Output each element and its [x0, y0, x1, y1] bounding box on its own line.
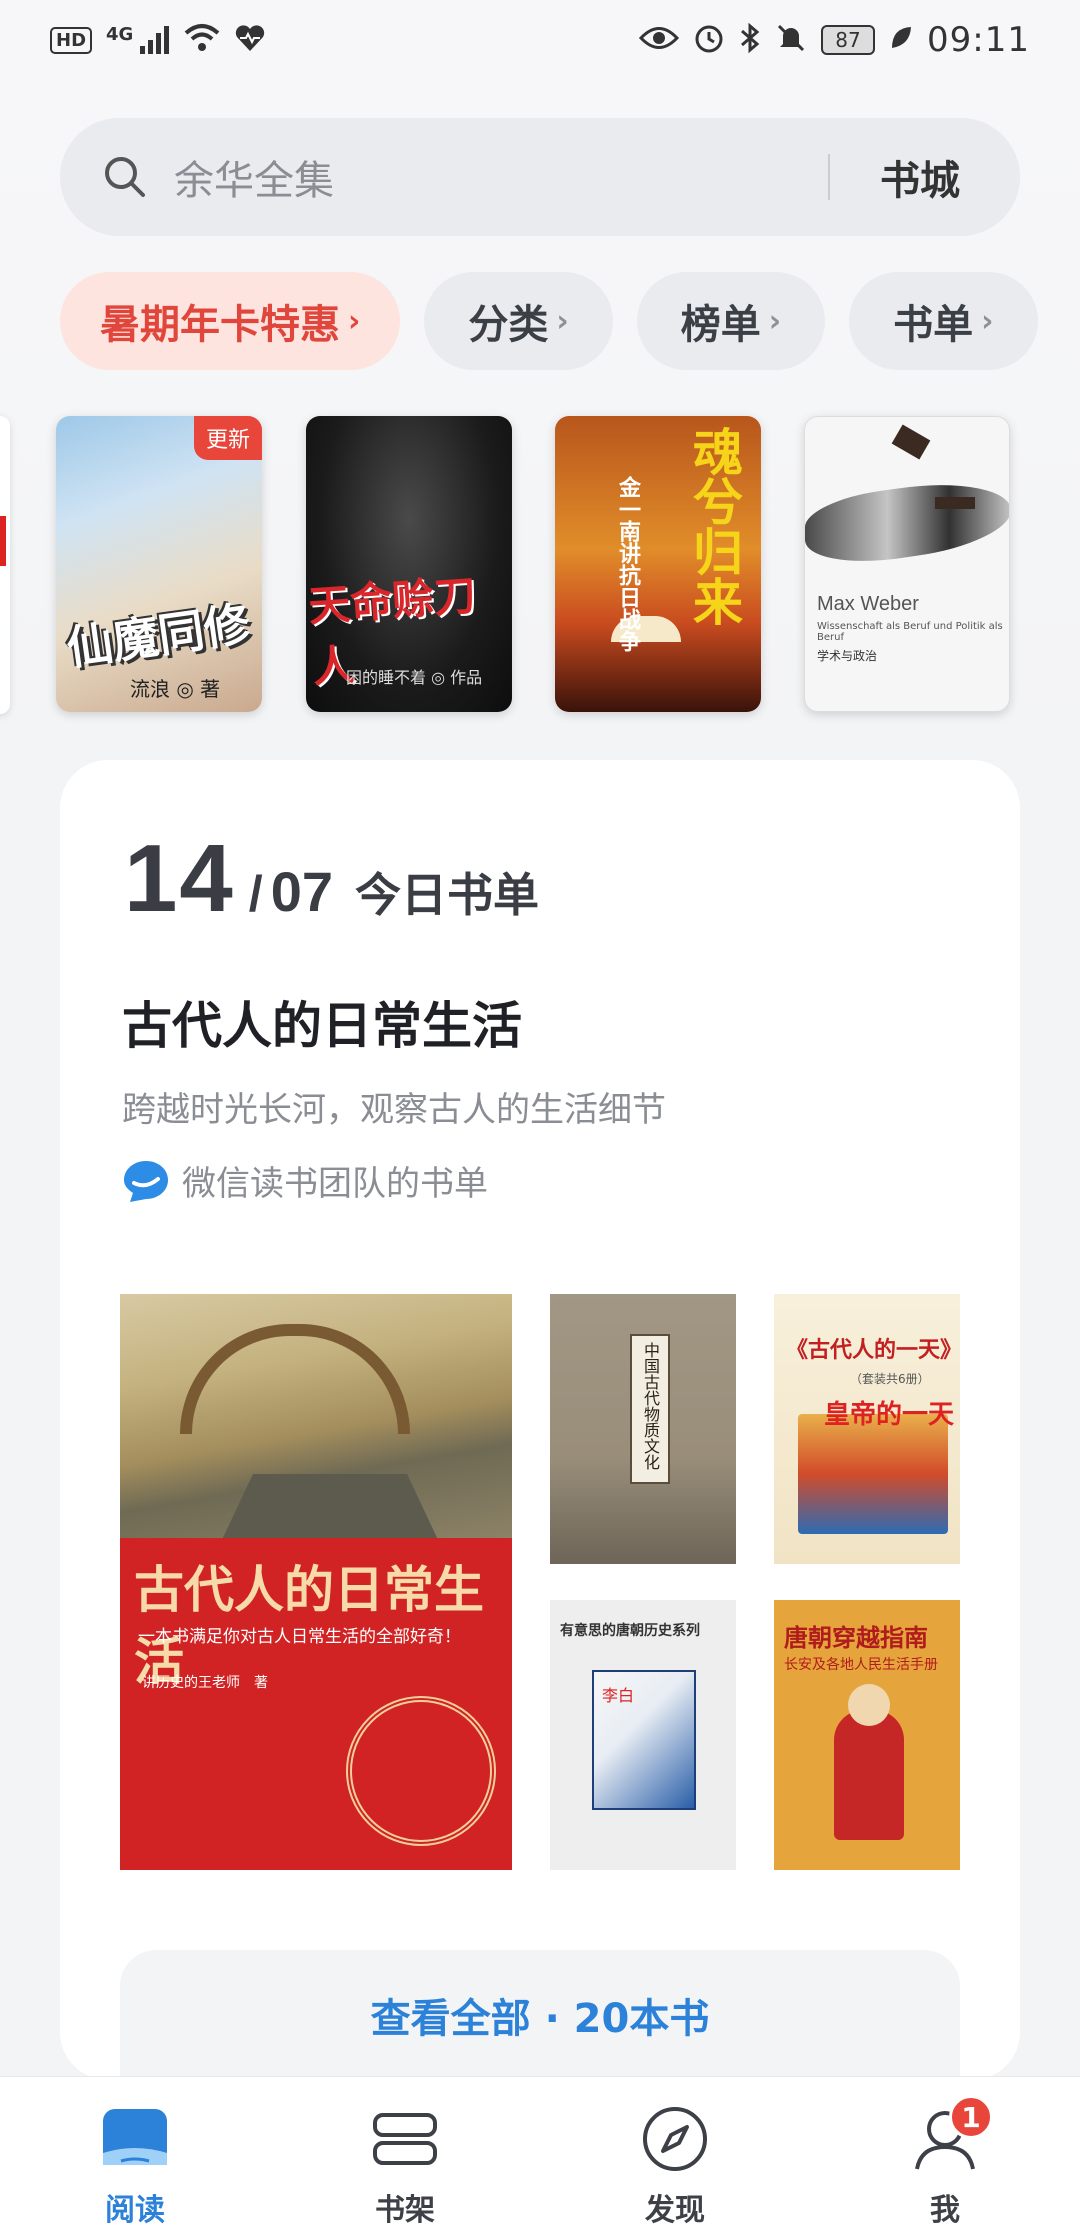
search-icon [100, 152, 150, 202]
figure-illustration [834, 1710, 904, 1840]
tab-me[interactable]: 1 我 [810, 2077, 1080, 2240]
box-set-illustration [798, 1414, 948, 1534]
date-label: 今日书单 [354, 868, 539, 922]
compass-icon [643, 2107, 707, 2171]
cover-subtitle: 金一南讲抗日战争 [615, 476, 640, 652]
mute-icon [775, 22, 807, 59]
chip-label: 书单 [893, 302, 974, 348]
chevron-right-icon: › [556, 303, 569, 339]
booklist-description: 跨越时光长河，观察古人的生活细节 [122, 1090, 666, 1130]
chip-label: 暑期年卡特惠 [100, 302, 340, 348]
tab-read[interactable]: 阅读 [0, 2077, 270, 2240]
tab-discover[interactable]: 发现 [540, 2077, 810, 2240]
chip-label: 分类 [468, 302, 549, 348]
book-cover[interactable]: 《古代人的一天》 （套装共6册） 皇帝的一天 [774, 1294, 960, 1564]
cover-title: 有意思的唐朝历史系列 [560, 1623, 700, 1639]
chevron-right-icon: › [768, 303, 782, 339]
alarm-icon [693, 22, 725, 59]
category-chips: 暑期年卡特惠 › 分类 › 榜单 › 书单 › [60, 272, 1038, 370]
book-cover[interactable]: Max Weber Wissenschaft als Beruf und Pol… [804, 416, 1010, 712]
signal-icon: 4G [106, 26, 170, 54]
leaf-icon [889, 25, 913, 56]
cover-author: 困的睡不着 ◎ 作品 [346, 668, 483, 687]
book-cover[interactable]: 有意思的唐朝历史系列 李白 [550, 1600, 736, 1870]
bookstore-button[interactable]: 书城 [880, 148, 960, 206]
cover-subtitle: Wissenschaft als Beruf und Politik als B… [817, 621, 1003, 643]
date-month: 07 [270, 860, 333, 923]
status-right: 87 09:11 [638, 20, 1030, 60]
painting-illustration [120, 1294, 512, 1544]
cover-author: 讲历史的王老师 著 [142, 1675, 268, 1691]
booklist-date: 14 / 07 今日书单 [124, 824, 539, 934]
network-type: 4G [106, 24, 134, 45]
ink-stroke [805, 472, 1009, 572]
book-cover-main[interactable]: 古代人的日常生活 一本书满足你对古人日常生活的全部好奇！ 讲历史的王老师 著 [120, 1294, 512, 1870]
wechat-read-icon [124, 1160, 168, 1202]
chip-categories[interactable]: 分类 › [424, 272, 613, 370]
cover-art-text: 李白 [602, 1686, 635, 1705]
title-label: 中国古代物质文化 [630, 1334, 670, 1484]
figure-head [848, 1684, 890, 1726]
date-separator: / [248, 866, 263, 922]
chevron-right-icon: › [348, 303, 361, 339]
cover-subtitle: （套装共6册） [850, 1372, 930, 1386]
cover-chinese-title: 学术与政治 [817, 649, 878, 663]
cover-title: 《古代人的一天》 [786, 1337, 960, 1363]
date-day: 14 [124, 825, 235, 932]
search-divider [828, 154, 830, 200]
cover-art-text: 皇帝的一天 [824, 1400, 955, 1430]
cover-title: 中国古代物质文化 [641, 1342, 660, 1470]
bookshelf-icon [373, 2113, 437, 2165]
view-all-button[interactable]: 查看全部 · 20本书 [120, 1950, 960, 2080]
book-cover[interactable]: 唐朝穿越指南 长安及各地人民生活手册 [774, 1600, 960, 1870]
tab-label: 我 [930, 2193, 960, 2228]
ink-block [891, 424, 931, 460]
daily-booklist-card[interactable]: 14 / 07 今日书单 古代人的日常生活 跨越时光长河，观察古人的生活细节 微… [60, 760, 1020, 2080]
recommended-books-row: 更新 仙魔同修 流浪 ◎ 著 天命赊刀人 困的睡不着 ◎ 作品 金一南讲抗日战争… [0, 416, 1080, 714]
status-bar: HD 4G 87 09:11 [0, 0, 1080, 80]
chip-summer-promo[interactable]: 暑期年卡特惠 › [60, 272, 401, 370]
chip-booklists[interactable]: 书单 › [849, 272, 1038, 370]
cover-title: Max Weber [817, 593, 919, 615]
chip-rankings[interactable]: 榜单 › [636, 272, 826, 370]
book-cover[interactable]: 金一南讲抗日战争 魂兮归来 [555, 416, 761, 712]
battery-indicator: 87 [821, 25, 876, 55]
book-cover[interactable]: 更新 仙魔同修 流浪 ◎ 著 [56, 416, 262, 712]
ornament-circle [346, 1696, 496, 1846]
booklist-author[interactable]: 微信读书团队的书单 [122, 1156, 488, 1205]
booklist-title: 古代人的日常生活 [122, 997, 522, 1055]
cover-title: 仙魔同修 [63, 596, 254, 676]
cover-author: 流浪 ◎ 著 [130, 677, 221, 701]
hd-badge: HD [50, 26, 93, 54]
eye-icon [638, 25, 680, 56]
update-badge: 更新 [193, 416, 262, 460]
bluetooth-icon [739, 22, 761, 59]
clock: 09:11 [927, 20, 1030, 60]
tab-bookshelf[interactable]: 书架 [270, 2077, 540, 2240]
booklist-by-text: 微信读书团队的书单 [182, 1164, 488, 1204]
ink-block [935, 497, 975, 509]
search-input[interactable]: 余华全集 [174, 148, 828, 206]
tab-label: 发现 [645, 2193, 705, 2228]
book-illustration: 李白 [592, 1670, 696, 1810]
cover-subtitle: 一本书满足你对古人日常生活的全部好奇！ [138, 1627, 461, 1647]
cover-title: 魂兮归来 [685, 426, 744, 626]
wifi-icon [184, 23, 220, 58]
search-bar[interactable]: 余华全集 书城 [60, 118, 1020, 236]
cover-bottom: 古代人的日常生活 一本书满足你对古人日常生活的全部好奇！ 讲历史的王老师 著 [120, 1538, 512, 1870]
tab-label: 书架 [375, 2193, 435, 2228]
bottom-nav: 阅读 书架 发现 1 我 [0, 2076, 1080, 2240]
notification-badge: 1 [949, 2095, 993, 2139]
status-left: HD 4G [50, 23, 266, 58]
chevron-right-icon: › [981, 303, 994, 339]
chip-label: 榜单 [680, 302, 761, 348]
book-cover[interactable]: 中国古代物质文化 [550, 1294, 736, 1564]
book-cover-partial[interactable] [0, 416, 10, 714]
book-cover[interactable]: 天命赊刀人 困的睡不着 ◎ 作品 [306, 416, 512, 712]
book-open-icon [103, 2109, 167, 2165]
cover-subtitle: 长安及各地人民生活手册 [784, 1657, 938, 1673]
health-icon [234, 24, 266, 57]
tab-label: 阅读 [105, 2193, 165, 2228]
cover-title: 唐朝穿越指南 [784, 1623, 928, 1652]
